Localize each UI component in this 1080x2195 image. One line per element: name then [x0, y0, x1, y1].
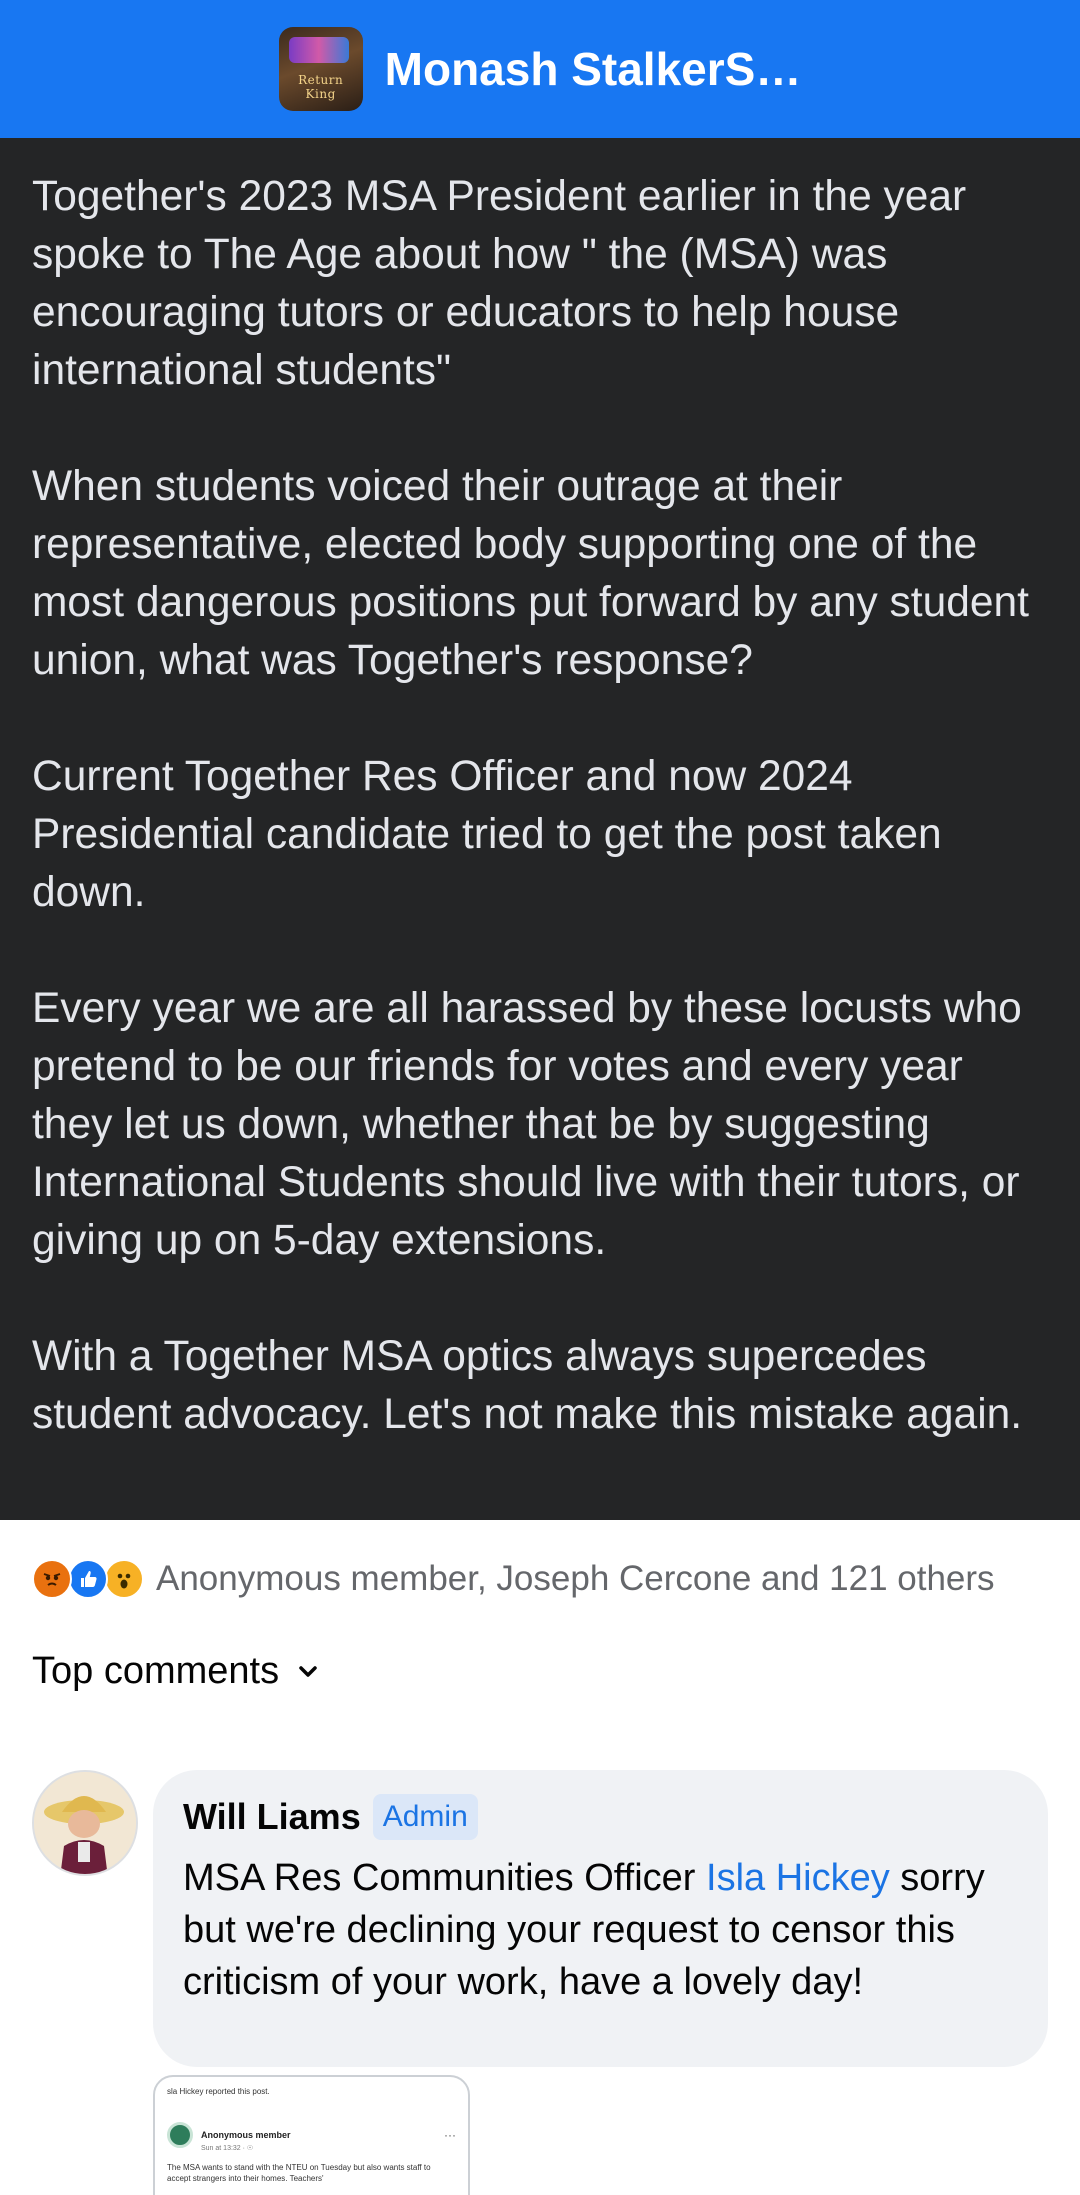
wow-icon — [104, 1559, 144, 1599]
attachment-avatar — [167, 2122, 193, 2148]
group-name[interactable]: Monash StalkerS… — [385, 42, 802, 96]
attachment-text: The MSA wants to stand with the NTEU on … — [167, 2163, 431, 2183]
reactions-summary[interactable]: Anonymous member, Joseph Cercone and 121… — [156, 1559, 995, 1599]
comment-text: MSA Res Communities Officer Isla Hickey … — [183, 1852, 1018, 2008]
mention-link[interactable]: Isla Hickey — [706, 1857, 890, 1899]
like-icon — [68, 1559, 108, 1599]
comment-author[interactable]: Will Liams — [183, 1796, 361, 1838]
commenter-avatar[interactable] — [32, 1770, 138, 1876]
top-comments-sort[interactable]: Top comments — [32, 1650, 321, 1693]
group-logo-text: Return King — [298, 73, 344, 101]
angry-icon — [32, 1559, 72, 1599]
post-paragraph: Current Together Res Officer and now 202… — [32, 753, 942, 916]
comment-header: Will Liams Admin — [183, 1788, 1018, 1846]
comment-bubble[interactable]: Will Liams Admin MSA Res Communities Off… — [153, 1770, 1048, 2067]
post-paragraph: Together's 2023 MSA President earlier in… — [32, 173, 967, 394]
post-body: Together's 2023 MSA President earlier in… — [0, 138, 1080, 1520]
admin-badge: Admin — [372, 1794, 478, 1840]
reactions-bar[interactable]: Anonymous member, Joseph Cercone and 121… — [32, 1548, 995, 1610]
group-avatar[interactable]: Return King — [278, 27, 363, 111]
attachment-date: Sun at 13:32 · ☉ — [201, 2145, 254, 2152]
post-paragraph: Every year we are all harassed by these … — [32, 985, 1022, 1264]
group-logo-art — [288, 37, 349, 63]
more-options-icon: ··· — [444, 2128, 456, 2142]
attachment-report-line: sla Hickey reported this post. — [167, 2087, 270, 2096]
comment-image-attachment[interactable]: sla Hickey reported this post. Anonymous… — [153, 2075, 470, 2195]
post-paragraph: When students voiced their outrage at th… — [32, 463, 1029, 684]
top-comments-label: Top comments — [32, 1650, 280, 1692]
chevron-down-icon — [299, 1665, 317, 1677]
comment-text-start: MSA Res Communities Officer — [183, 1857, 707, 1899]
post-paragraph: With a Together MSA optics always superc… — [32, 1333, 1023, 1438]
top-bar: Return King Monash StalkerS… — [0, 0, 1080, 138]
attachment-author: Anonymous member — [201, 2130, 291, 2140]
